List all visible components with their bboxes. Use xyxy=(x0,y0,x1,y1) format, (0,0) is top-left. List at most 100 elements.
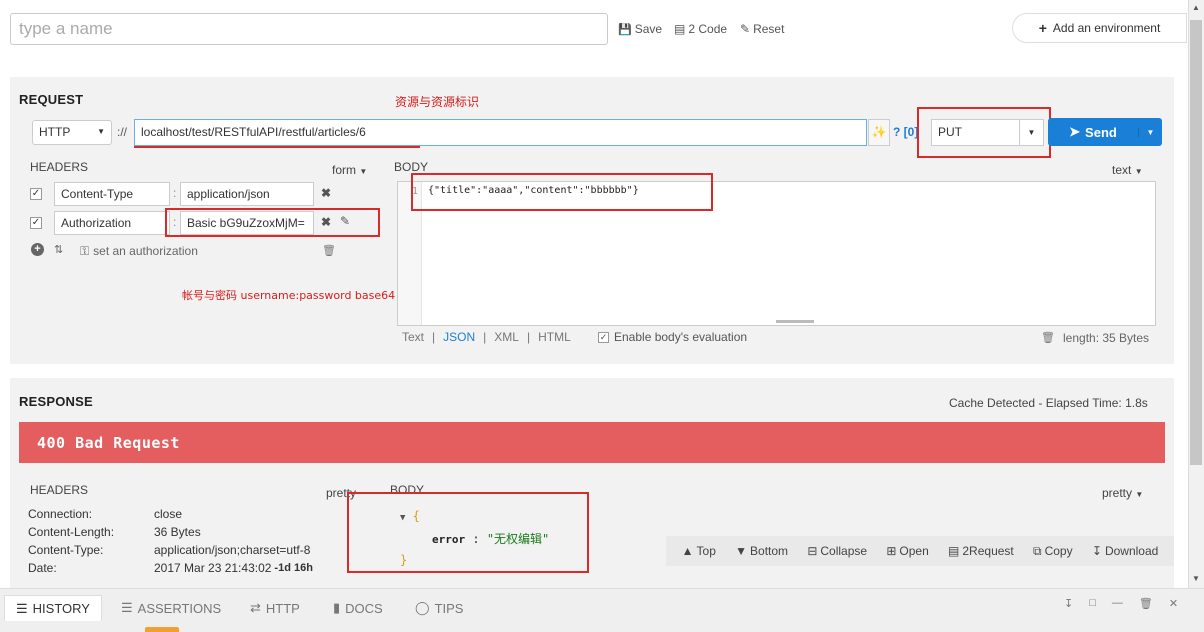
format-xml[interactable]: XML xyxy=(494,330,519,344)
collapse-button[interactable]: ⊟ Collapse xyxy=(807,544,867,558)
page-scrollbar[interactable]: ▲ ▼ xyxy=(1188,0,1204,588)
code-button[interactable]: ▤ 2 Code xyxy=(674,22,727,36)
minus-square-icon: ⊟ xyxy=(807,544,818,558)
send-dropdown-caret-icon[interactable]: ▼ xyxy=(1138,127,1162,137)
help-link[interactable]: ? [0] xyxy=(893,125,918,139)
tab-http[interactable]: ⇄ HTTP xyxy=(250,600,300,616)
eraser-icon: ✎ xyxy=(740,22,751,36)
url-underline xyxy=(134,146,420,148)
header-name-input[interactable]: Authorization xyxy=(54,211,170,235)
status-bar: 400 Bad Request xyxy=(19,422,1165,463)
exchange-icon: ⇄ xyxy=(250,600,261,615)
header-row: ✓ Content-Type : application/json ✖ xyxy=(30,182,370,208)
minimize-icon[interactable]: — xyxy=(1112,597,1123,610)
copy-icon: ⧉ xyxy=(1033,543,1042,558)
tab-tips[interactable]: ◯ TIPS xyxy=(415,600,463,616)
cache-info: Cache Detected - Elapsed Time: 1.8s xyxy=(949,396,1148,410)
body-trash-icon[interactable]: 🗑 xyxy=(1041,331,1055,344)
tab-assertions[interactable]: ☰ ASSERTIONS xyxy=(121,600,221,616)
header-value-input[interactable]: application/json xyxy=(180,182,314,206)
auth-annotation: 帐号与密码 username:password base64 编码 xyxy=(182,289,421,302)
response-highlight xyxy=(347,492,589,573)
tab-docs[interactable]: ▮ DOCS xyxy=(333,600,383,616)
trash-icon[interactable]: 🗑 xyxy=(1139,597,1153,610)
resize-handle[interactable] xyxy=(776,320,814,323)
save-button[interactable]: 💾 Save xyxy=(618,22,662,36)
tab-history[interactable]: ☰ HISTORY xyxy=(4,595,102,621)
list-icon: ☰ xyxy=(121,600,133,615)
trash-icon[interactable]: 🗑 xyxy=(322,244,336,257)
document-icon: ▤ xyxy=(948,544,960,558)
key-icon: ⚿ xyxy=(80,244,90,258)
add-header-icon[interactable]: + xyxy=(31,243,44,256)
arrow-up-icon: ▲ xyxy=(681,544,694,558)
enable-eval-checkbox[interactable]: ✓ Enable body's evaluation xyxy=(598,330,747,344)
download-icon[interactable]: ↧ xyxy=(1064,597,1073,610)
list-icon: ☰ xyxy=(16,600,28,616)
header-enabled-checkbox[interactable]: ✓ xyxy=(30,217,42,229)
response-header-row: Content-Type: application/json;charset=ut… xyxy=(28,543,311,557)
scheme-separator: :// xyxy=(117,125,128,139)
resource-annotation: 资源与资源标识 xyxy=(395,95,480,109)
window-icon[interactable]: □ xyxy=(1089,597,1096,610)
header-enabled-checkbox[interactable]: ✓ xyxy=(30,188,42,200)
copy-button[interactable]: ⧉ Copy xyxy=(1033,544,1073,559)
url-input[interactable]: localhost/test/RESTfulAPI/restful/articl… xyxy=(134,119,867,146)
bottom-tab-bar: ☰ HISTORY ☰ ASSERTIONS ⇄ HTTP ▮ DOCS ◯ TIPS ↧… xyxy=(0,588,1204,632)
reset-button[interactable]: ✎ Reset xyxy=(740,22,784,36)
close-icon[interactable]: ✕ xyxy=(1169,597,1178,610)
caret-down-icon: ▼ xyxy=(97,127,105,136)
response-title: RESPONSE xyxy=(19,394,93,409)
body-highlight xyxy=(411,173,713,211)
top-button[interactable]: ▲ Top xyxy=(682,544,716,558)
response-body-mode[interactable]: pretty ▼ xyxy=(1102,486,1143,500)
set-authorization-link[interactable]: ⚿ set an authorization xyxy=(80,244,198,259)
body-mode-toggle[interactable]: text ▼ xyxy=(1112,163,1143,177)
bottom-button[interactable]: ▼ Bottom xyxy=(735,544,788,558)
body-length: length: 35 Bytes xyxy=(1063,331,1150,345)
book-icon: ▮ xyxy=(333,600,341,615)
to-request-button[interactable]: ▤ 2Request xyxy=(948,544,1014,558)
lightbulb-icon: ◯ xyxy=(415,600,430,615)
format-json[interactable]: JSON xyxy=(443,330,475,344)
sort-icon[interactable]: ⇅ xyxy=(54,243,63,256)
name-input[interactable]: type a name xyxy=(10,13,608,45)
add-environment-button[interactable]: + Add an environment xyxy=(1012,13,1187,43)
scheme-select[interactable]: HTTP ▼ xyxy=(32,120,112,145)
scroll-thumb[interactable] xyxy=(1190,20,1202,465)
plus-square-icon: ⊞ xyxy=(886,544,897,558)
response-headers-title: HEADERS xyxy=(30,483,89,497)
panel-controls: ↧ □ — 🗑 ✕ xyxy=(1064,597,1178,610)
header-name-input[interactable]: Content-Type xyxy=(54,182,170,206)
response-headers-list: Connection: close Content-Length: 36 Bytes… xyxy=(28,505,368,577)
arrow-down-icon: ▼ xyxy=(735,544,748,558)
method-highlight xyxy=(917,107,1051,158)
floppy-icon: 💾 xyxy=(618,23,632,36)
headers-mode-toggle[interactable]: form ▼ xyxy=(332,163,367,177)
status-text: 400 Bad Request xyxy=(37,434,180,452)
history-badge xyxy=(145,627,179,632)
response-header-row: Date: 2017 Mar 23 21:43:02 -1d 16h xyxy=(28,561,313,575)
magic-wand-button[interactable]: ✨ xyxy=(868,119,890,146)
open-button[interactable]: ⊞ Open xyxy=(886,544,928,558)
download-button[interactable]: ↧ Download xyxy=(1092,544,1158,558)
format-html[interactable]: HTML xyxy=(538,330,571,344)
scroll-up-arrow-icon[interactable]: ▲ xyxy=(1192,3,1200,12)
scroll-down-arrow-icon[interactable]: ▼ xyxy=(1192,574,1200,583)
plus-icon: + xyxy=(1038,20,1047,36)
wand-icon: ✨ xyxy=(871,125,887,139)
request-body-title: BODY xyxy=(394,160,429,174)
response-tools: ▲ Top ▼ Bottom ⊟ Collapse ⊞ Open ▤ 2Request ⧉… xyxy=(666,536,1174,566)
paper-plane-icon: ➤ xyxy=(1069,124,1081,139)
response-header-row: Connection: close xyxy=(28,507,183,521)
request-headers-title: HEADERS xyxy=(30,160,89,174)
file-icon: ▤ xyxy=(674,22,686,36)
request-title: REQUEST xyxy=(19,92,84,107)
download-icon: ↧ xyxy=(1091,544,1102,558)
body-format-bar: Text | JSON | XML | HTML xyxy=(402,330,571,344)
remove-header-icon[interactable]: ✖ xyxy=(321,186,331,200)
response-header-row: Content-Length: 36 Bytes xyxy=(28,525,201,539)
format-text[interactable]: Text xyxy=(402,330,424,344)
auth-highlight xyxy=(165,208,380,237)
send-button[interactable]: ➤ Send ▼ xyxy=(1048,118,1162,146)
